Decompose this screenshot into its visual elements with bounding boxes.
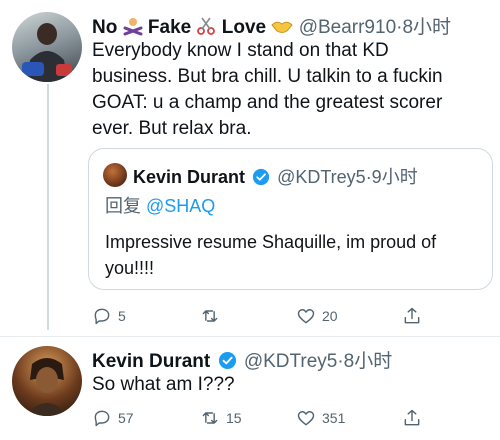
tweet-divider — [0, 336, 500, 337]
avatar-photo-icon — [26, 358, 68, 416]
heart-icon — [297, 309, 315, 324]
tweet2-avatar[interactable] — [12, 346, 82, 416]
reply-count: 5 — [118, 308, 126, 324]
avatar-photo-icon — [22, 23, 72, 82]
tweet2-like-button[interactable]: 351 — [296, 406, 345, 430]
tweet1-like-button[interactable]: 20 — [296, 304, 338, 328]
thread-connector-line — [47, 84, 49, 330]
tweet2-share-button[interactable] — [402, 406, 422, 430]
tweet1-text-line: ever. But relax bra. — [92, 118, 252, 139]
tweet1-reply-button[interactable]: 5 — [92, 304, 126, 328]
quoted-tweet-header: Kevin Durant @KDTrey5·9小时 — [133, 163, 418, 191]
tweet1-share-button[interactable] — [402, 304, 422, 328]
tweet2-timestamp[interactable]: ·8小时 — [337, 351, 392, 372]
tweet2-action-bar: 57 15 351 — [92, 406, 432, 430]
heart-icon — [297, 411, 315, 426]
tweet2-text: So what am I??? — [92, 374, 235, 395]
retweet-count: 15 — [226, 410, 242, 426]
quoted-tweet-card[interactable]: Kevin Durant @KDTrey5·9小时 回复 @SHAQ Impre… — [88, 148, 493, 290]
tweet1-author-name[interactable]: No Fake Love — [92, 17, 299, 38]
verified-badge-icon — [252, 168, 270, 191]
like-count: 20 — [322, 308, 338, 324]
tweet2-retweet-button[interactable]: 15 — [200, 406, 242, 430]
quoted-tweet-text-line: Impressive resume Shaquille, im proud of — [105, 232, 437, 252]
quoted-tweet-text-line: you!!!! — [105, 258, 155, 278]
tweet1-action-bar: 5 20 — [92, 304, 432, 328]
reply-label: 回复 — [105, 196, 141, 216]
tweet1-avatar[interactable] — [12, 12, 82, 82]
reply-icon — [94, 308, 110, 325]
tweet2-reply-button[interactable]: 57 — [92, 406, 134, 430]
quoted-tweet-author-name: Kevin Durant — [133, 167, 246, 187]
quoted-tweet-reply-context: 回复 @SHAQ — [105, 193, 215, 219]
share-icon — [404, 409, 420, 426]
reply-count: 57 — [118, 410, 134, 426]
reply-mention-link[interactable]: @SHAQ — [146, 196, 215, 216]
tweet1-timestamp[interactable]: ·8小时 — [396, 17, 451, 38]
tweet1-text-line: Everybody know I stand on that KD — [92, 40, 389, 61]
quoted-tweet-timestamp: ·9小时 — [365, 167, 418, 187]
retweet-icon — [202, 412, 218, 424]
tweet1-text-line: GOAT: u a champ and the greatest scorer — [92, 92, 443, 113]
like-count: 351 — [322, 410, 346, 426]
reply-icon — [94, 410, 110, 427]
share-icon — [404, 307, 420, 324]
quoted-tweet-handle: @KDTrey5 — [277, 167, 366, 187]
tweet1-handle[interactable]: @Bearr910 — [299, 17, 396, 38]
tweet1-text-line: business. But bra chill. U talkin to a f… — [92, 66, 443, 87]
quoted-tweet-text: Impressive resume Shaquille, im proud of… — [105, 229, 485, 281]
retweet-icon — [202, 310, 218, 322]
tweet2-author-name[interactable]: Kevin Durant — [92, 351, 210, 372]
quoted-tweet-avatar — [103, 163, 127, 187]
tweet1-retweet-button[interactable] — [200, 304, 226, 328]
tweet2-handle[interactable]: @KDTrey5 — [244, 351, 338, 372]
tweet1-text: Everybody know I stand on that KD busine… — [92, 38, 497, 142]
